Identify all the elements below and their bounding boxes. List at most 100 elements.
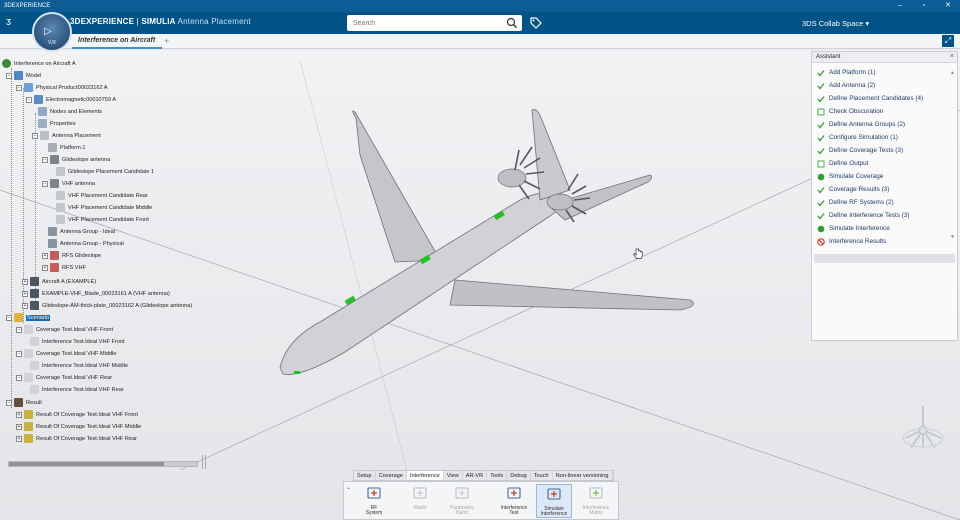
collapse-toggle[interactable]: −: [16, 326, 22, 333]
expand-toggle[interactable]: +: [42, 252, 48, 259]
tree-node-result[interactable]: − Result: [6, 397, 42, 408]
collapse-toggle[interactable]: −: [42, 180, 48, 187]
assistant-step[interactable]: Simulate Coverage: [812, 170, 957, 183]
tree-node-res-rear[interactable]: + Result Of Coverage Test.Ideal VHF Rear: [16, 433, 137, 444]
tree-node-physical-product[interactable]: − Physical Product00023162 A: [16, 82, 108, 93]
tree-node-vhf-front[interactable]: VHF Placement Candidate Front: [56, 214, 149, 225]
assistant-step[interactable]: Define Coverage Tests (3): [812, 144, 957, 157]
assistant-step[interactable]: Interference Results: [812, 235, 957, 248]
tree-node-rfs-glideslope[interactable]: + RFS Glideslope: [42, 250, 101, 261]
assistant-step[interactable]: Define Placement Candidates (4): [812, 92, 957, 105]
compass-widget[interactable]: ▷ V,R: [32, 12, 72, 52]
tree-node-model[interactable]: − Model: [6, 70, 41, 81]
tree-node-group-physical[interactable]: Antenna Group - Physical: [48, 238, 124, 249]
action-tab-non-linear-versioning[interactable]: Non-linear versioning: [553, 471, 613, 480]
maximize-button[interactable]: ▫: [912, 0, 936, 12]
action-tab-debug[interactable]: Debug: [507, 471, 531, 480]
tree-node-vhf-rear[interactable]: VHF Placement Candidate Rear: [56, 190, 148, 201]
collapse-toggle[interactable]: −: [16, 350, 22, 357]
tab-interference-on-aircraft[interactable]: Interference on Aircraft: [72, 34, 162, 49]
assistant-step[interactable]: Define Output: [812, 157, 957, 170]
tree-node-int-middle[interactable]: Interference Test.Ideal VHF Middle: [30, 360, 128, 371]
expand-toggle[interactable]: +: [22, 302, 28, 309]
action-tab-setup[interactable]: Setup: [354, 471, 376, 480]
tool-rf-system-button[interactable]: RF System: [356, 484, 392, 518]
scroll-down-icon[interactable]: ▼: [950, 234, 955, 240]
tree-node-scenario[interactable]: − Scenario: [6, 312, 51, 323]
minimize-button[interactable]: –: [888, 0, 912, 12]
tree-node-properties[interactable]: Properties: [38, 118, 76, 129]
collab-space-selector[interactable]: 3DS Collab Space ▾: [802, 19, 869, 28]
action-tab-view[interactable]: View: [444, 471, 463, 480]
tag-icon[interactable]: [529, 16, 543, 30]
search-input[interactable]: [347, 15, 502, 31]
tree-node-vhf-antenna[interactable]: − VHF antenna: [42, 178, 95, 189]
assistant-step[interactable]: Configure Simulation (1): [812, 131, 957, 144]
collapse-toggle[interactable]: −: [42, 156, 48, 163]
assistant-step[interactable]: Define Antenna Groups (2): [812, 118, 957, 131]
tree-node-res-front[interactable]: + Result Of Coverage Test.Ideal VHF Front: [16, 409, 138, 420]
expand-toggle[interactable]: +: [16, 423, 22, 430]
tree-node-res-middle[interactable]: + Result Of Coverage Test.Ideal VHF Middl…: [16, 421, 141, 432]
assistant-step[interactable]: Add Antenna (2): [812, 79, 957, 92]
tree-node-int-rear[interactable]: Interference Test.Ideal VHF Rear: [30, 384, 124, 395]
add-tab-button[interactable]: +: [164, 36, 169, 46]
scroll-up-icon[interactable]: ▲: [950, 70, 955, 76]
tree-node-vhf-middle[interactable]: VHF Placement Candidate Middle: [56, 202, 152, 213]
tree-root[interactable]: Interference on Aircraft A: [2, 58, 76, 69]
assistant-step[interactable]: Simulate Interference: [812, 222, 957, 235]
expand-toggle[interactable]: +: [16, 435, 22, 442]
assistant-step[interactable]: Coverage Results (3): [812, 183, 957, 196]
collapse-toggle[interactable]: −: [32, 132, 38, 139]
fullscreen-icon[interactable]: ⤢: [942, 35, 954, 47]
assistant-step[interactable]: Add Platform (1): [812, 66, 957, 79]
tree-horizontal-scrollbar[interactable]: [8, 461, 198, 467]
action-tab-interference[interactable]: Interference: [406, 471, 444, 480]
tree-node-nodes-elements[interactable]: Nodes and Elements: [38, 106, 102, 117]
tool-interference-test-button[interactable]: Interference Test: [496, 484, 532, 518]
tool-radio-button[interactable]: Radio: [402, 484, 438, 518]
tree-node-antenna-placement[interactable]: − Antenna Placement: [32, 130, 101, 141]
action-tab-touch[interactable]: Touch: [531, 471, 553, 480]
tree-node-int-front[interactable]: Interference Test.Ideal VHF Front: [30, 336, 125, 347]
tree-node-cov-middle[interactable]: − Coverage Test.Ideal VHF Middle: [16, 348, 116, 359]
assistant-step[interactable]: Define Interference Tests (3): [812, 209, 957, 222]
search-icon[interactable]: [506, 16, 518, 30]
close-icon[interactable]: ×: [950, 53, 954, 60]
expand-toggle[interactable]: +: [22, 290, 28, 297]
chevron-down-icon[interactable]: ⌄: [346, 484, 351, 491]
assistant-step[interactable]: Check Obscuration: [812, 105, 957, 118]
action-tab-ar-vr[interactable]: AR-VR: [463, 471, 488, 480]
collapse-toggle[interactable]: −: [16, 374, 22, 381]
assistant-step[interactable]: Define RF Systems (2): [812, 196, 957, 209]
collapse-toggle[interactable]: −: [6, 399, 12, 406]
action-tab-tools[interactable]: Tools: [487, 471, 508, 480]
expand-toggle[interactable]: +: [22, 278, 28, 285]
tree-splitter-handle[interactable]: [202, 455, 206, 469]
tree-node-cov-rear[interactable]: − Coverage Test.Ideal VHF Rear: [16, 372, 112, 383]
collapse-toggle[interactable]: −: [6, 72, 12, 79]
tool-interference-matrix-button[interactable]: Interference Matrix: [578, 484, 614, 518]
tree-node-platform[interactable]: Platform.1: [48, 142, 86, 153]
expand-toggle[interactable]: +: [42, 264, 48, 271]
tree-node-glideslope-antenna[interactable]: − Glideslope antenna: [42, 154, 110, 165]
collapse-toggle[interactable]: −: [16, 84, 22, 91]
close-window-button[interactable]: ✕: [936, 0, 960, 12]
tree-node-glideslope-candidate[interactable]: Glideslope Placement Candidate 1: [56, 166, 154, 177]
tree-node-electromagnetic[interactable]: − Electromagnetic00010759 A: [26, 94, 116, 105]
expand-toggle[interactable]: +: [16, 411, 22, 418]
action-tab-coverage[interactable]: Coverage: [376, 471, 407, 480]
tool-simulate-interference-button[interactable]: Simulate Interference: [536, 484, 572, 518]
search-box[interactable]: [347, 15, 522, 31]
tool-parametric-band-button[interactable]: Parametric Band: [444, 484, 480, 518]
tree-node-rfs-vhf[interactable]: + RFS VHF: [42, 262, 86, 273]
scrollbar-thumb[interactable]: [9, 462, 164, 466]
collapse-toggle[interactable]: −: [6, 314, 12, 321]
tree-node-example-vhf-blade[interactable]: + EXAMPLE-VHF_Blade_00023161 A (VHF anten…: [22, 288, 170, 299]
orientation-compass-icon[interactable]: [897, 400, 949, 456]
tree-node-cov-front[interactable]: − Coverage Test.Ideal VHF Front: [16, 324, 113, 335]
collapse-toggle[interactable]: −: [26, 96, 32, 103]
tree-node-aircraft[interactable]: + Aircraft A (EXAMPLE): [22, 276, 96, 287]
tree-node-glideslope-plate[interactable]: + Glideslope-AM-thick-plate_00023162 A (G…: [22, 300, 192, 311]
tree-node-group-ideal[interactable]: Antenna Group - Ideal: [48, 226, 115, 237]
